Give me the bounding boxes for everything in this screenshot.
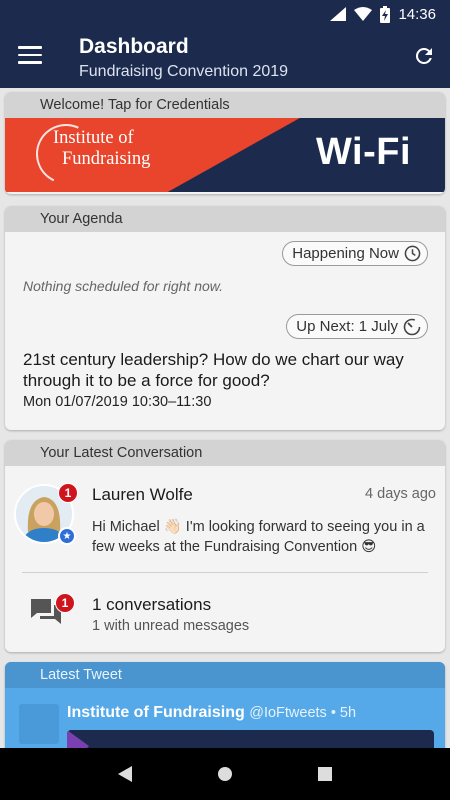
- page-title: Dashboard: [79, 35, 189, 58]
- latest-conversation-row[interactable]: 1 ★ Lauren Wolfe 4 days ago Hi Michael 👋…: [5, 466, 445, 570]
- institute-logo: Institute of Fundraising: [27, 118, 150, 192]
- conversations-summary-row[interactable]: 1 1 conversations 1 with unread messages: [5, 576, 445, 646]
- refresh-icon[interactable]: [412, 44, 436, 68]
- tweet-card-header: Latest Tweet: [5, 662, 445, 688]
- conversation-card: Your Latest Conversation 1 ★ Lauren Wolf…: [5, 440, 445, 652]
- tweet-avatar: [19, 704, 59, 744]
- status-bar: 14:36: [0, 0, 450, 28]
- happening-now-label: Happening Now: [292, 245, 399, 262]
- conversations-badge: 1: [55, 593, 75, 613]
- home-icon[interactable]: [215, 764, 235, 784]
- unread-badge: 1: [58, 483, 78, 503]
- back-icon[interactable]: [115, 764, 135, 784]
- signal-icon: [330, 7, 347, 21]
- system-nav-bar: [0, 748, 450, 800]
- conversation-message: Hi Michael 👋🏻 I'm looking forward to see…: [92, 519, 425, 555]
- wifi-icon: [354, 7, 373, 21]
- star-icon: ★: [58, 527, 76, 545]
- app-bar: Dashboard Fundraising Convention 2019: [0, 28, 450, 88]
- wifi-credentials-card[interactable]: Welcome! Tap for Credentials Institute o…: [5, 92, 445, 194]
- happening-now-button[interactable]: Happening Now: [282, 241, 428, 266]
- wifi-banner: Institute of Fundraising Wi-Fi: [5, 118, 445, 192]
- tweet-handle: @IoFtweets • 5h: [249, 705, 357, 721]
- nothing-scheduled-text: Nothing scheduled for right now.: [23, 278, 224, 294]
- conversations-count: 1 conversations: [92, 595, 212, 614]
- timer-icon: [403, 318, 421, 335]
- page-subtitle: Fundraising Convention 2019: [79, 63, 289, 80]
- tweet-author-name: Institute of Fundraising: [67, 704, 245, 721]
- status-time: 14:36: [398, 5, 436, 23]
- conversation-card-header: Your Latest Conversation: [5, 440, 445, 466]
- unread-messages-count: 1 with unread messages: [92, 618, 250, 634]
- tweet-author: Institute of Fundraising @IoFtweets • 5h: [67, 704, 356, 722]
- wifi-banner-text: Wi-Fi: [315, 131, 411, 173]
- latest-tweet-card[interactable]: Latest Tweet Institute of Fundraising @I…: [5, 662, 445, 762]
- battery-icon: [380, 5, 391, 23]
- agenda-card: Your Agenda Happening Now Nothing schedu…: [5, 206, 445, 430]
- session-time: Mon 01/07/2019 10:30–11:30: [23, 394, 212, 410]
- conversation-name: Lauren Wolfe: [92, 485, 193, 504]
- session-title[interactable]: 21st century leadership? How do we chart…: [23, 349, 428, 391]
- up-next-label: Up Next: 1 July: [296, 318, 398, 335]
- recents-icon[interactable]: [315, 764, 335, 784]
- hamburger-menu-icon[interactable]: [18, 46, 42, 66]
- conversation-time: 4 days ago: [365, 486, 436, 502]
- divider: [22, 572, 428, 573]
- clock-icon: [404, 245, 421, 262]
- agenda-card-header: Your Agenda: [5, 206, 445, 232]
- wifi-card-header: Welcome! Tap for Credentials: [5, 92, 445, 118]
- up-next-button[interactable]: Up Next: 1 July: [286, 314, 428, 339]
